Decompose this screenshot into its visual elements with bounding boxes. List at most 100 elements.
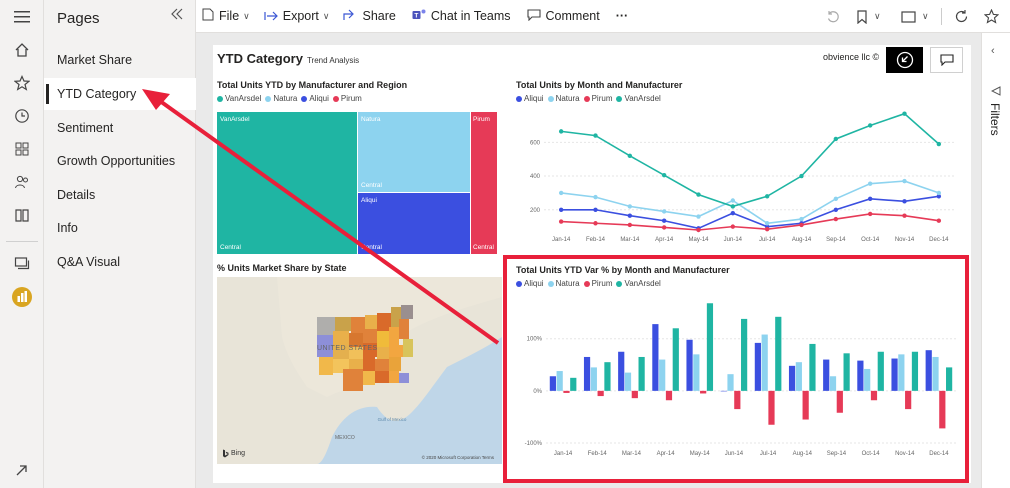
- export-menu[interactable]: Export ∨: [264, 9, 329, 24]
- page-item-sentiment[interactable]: Sentiment: [44, 112, 196, 144]
- bar-aliqui[interactable]: [618, 351, 625, 391]
- bar-pirum[interactable]: [939, 390, 946, 429]
- star-icon[interactable]: [0, 68, 44, 98]
- bar-vanarsdel[interactable]: [775, 316, 782, 391]
- bar-vanarsdel[interactable]: [946, 367, 953, 391]
- treemap-tile-pirum[interactable]: Pirum Central: [471, 112, 497, 254]
- data-point[interactable]: [696, 192, 701, 197]
- data-point[interactable]: [902, 199, 907, 204]
- bar-pirum[interactable]: [597, 390, 604, 397]
- bar-natura[interactable]: [898, 354, 905, 391]
- bar-natura[interactable]: [727, 374, 734, 391]
- bar-pirum[interactable]: [768, 390, 775, 425]
- bar-vanarsdel[interactable]: [672, 328, 679, 391]
- data-point[interactable]: [730, 224, 736, 229]
- page-item-qa-visual[interactable]: Q&A Visual: [44, 246, 196, 278]
- data-point[interactable]: [661, 225, 667, 230]
- bar-aliqui[interactable]: [652, 324, 659, 391]
- treemap-tile-vanarsdel[interactable]: VanArsdel Central: [217, 112, 357, 254]
- bar-aliqui[interactable]: [857, 360, 864, 391]
- series-line-natura[interactable]: [561, 180, 940, 225]
- bar-aliqui[interactable]: [891, 358, 898, 391]
- file-menu[interactable]: File ∨: [202, 8, 250, 24]
- data-point[interactable]: [558, 129, 564, 134]
- bar-natura[interactable]: [556, 371, 563, 391]
- data-point[interactable]: [902, 111, 907, 116]
- shared-people-icon[interactable]: [0, 167, 44, 197]
- data-point[interactable]: [730, 204, 736, 209]
- bar-pirum[interactable]: [734, 390, 741, 410]
- bar-chart-visual[interactable]: Total Units YTD Var % by Month and Manuf…: [516, 265, 964, 477]
- data-point[interactable]: [867, 181, 873, 186]
- data-point[interactable]: [867, 196, 873, 202]
- bar-pirum[interactable]: [665, 390, 673, 401]
- bar-natura[interactable]: [761, 334, 768, 391]
- bar-pirum[interactable]: [836, 390, 843, 413]
- data-point[interactable]: [833, 196, 839, 202]
- line-chart-plot[interactable]: 200 400 600 Jan-14 Feb-14 Mar-14 Apr-14 May-14 J…: [516, 108, 964, 254]
- data-point[interactable]: [661, 209, 667, 214]
- treemap-tile-natura[interactable]: Natura Central: [358, 112, 470, 192]
- filters-pane[interactable]: ‹ Filters: [981, 33, 1010, 488]
- bar-natura[interactable]: [932, 356, 939, 391]
- workspaces-icon[interactable]: [0, 248, 44, 278]
- bar-vanarsdel[interactable]: [604, 362, 611, 391]
- data-point[interactable]: [558, 207, 564, 212]
- page-item-market-share[interactable]: Market Share: [44, 44, 196, 76]
- data-point[interactable]: [833, 207, 839, 212]
- data-point[interactable]: [730, 198, 736, 203]
- data-point[interactable]: [558, 190, 564, 196]
- bar-chart-plot[interactable]: -100% 0% 100% Jan-14 Feb-14 Mar-14 Apr-14 May-1…: [516, 293, 964, 477]
- refresh-icon[interactable]: [954, 0, 969, 33]
- bar-natura[interactable]: [590, 367, 597, 391]
- page-item-growth-opportunities[interactable]: Growth Opportunities: [44, 145, 196, 177]
- data-point[interactable]: [627, 153, 633, 159]
- reset-icon[interactable]: [826, 0, 840, 33]
- series-line-vanarsdel[interactable]: [561, 112, 940, 208]
- map-area[interactable]: UNITED STATES MEXICO Gulf of Mexico Bing…: [217, 277, 502, 464]
- data-point[interactable]: [730, 210, 736, 216]
- page-item-ytd-category[interactable]: YTD Category: [44, 78, 196, 110]
- bar-vanarsdel[interactable]: [877, 351, 884, 391]
- bar-pirum[interactable]: [870, 390, 878, 401]
- bar-pirum[interactable]: [802, 390, 809, 420]
- data-point[interactable]: [627, 222, 633, 228]
- favorite-star-icon[interactable]: [984, 0, 999, 33]
- chat-in-teams-button[interactable]: T Chat in Teams: [412, 8, 511, 24]
- clock-icon[interactable]: [0, 101, 44, 131]
- bar-natura[interactable]: [624, 372, 632, 391]
- data-point[interactable]: [833, 136, 839, 142]
- bar-natura[interactable]: [864, 368, 871, 391]
- data-point[interactable]: [902, 178, 907, 184]
- bar-vanarsdel[interactable]: [809, 343, 816, 391]
- data-point[interactable]: [902, 213, 907, 218]
- bar-aliqui[interactable]: [788, 365, 796, 391]
- line-chart-visual[interactable]: Total Units by Month and Manufacturer Al…: [516, 80, 964, 254]
- learn-book-icon[interactable]: [0, 200, 44, 230]
- comment-button[interactable]: Comment: [526, 8, 600, 24]
- bar-aliqui[interactable]: [754, 342, 761, 391]
- data-point[interactable]: [833, 216, 839, 222]
- bar-natura[interactable]: [829, 376, 837, 391]
- bar-pirum[interactable]: [905, 390, 912, 410]
- page-item-details[interactable]: Details: [44, 179, 196, 211]
- bar-pirum[interactable]: [563, 390, 570, 393]
- data-point[interactable]: [593, 207, 598, 212]
- expand-icon[interactable]: [0, 455, 44, 485]
- powerbi-workspace-icon[interactable]: [0, 282, 44, 312]
- hamburger-icon[interactable]: [0, 2, 44, 32]
- comment-visual-button[interactable]: [930, 47, 963, 73]
- data-point[interactable]: [764, 194, 770, 199]
- map-visual[interactable]: % Units Market Share by State UNITED STA…: [217, 263, 502, 478]
- bar-vanarsdel[interactable]: [911, 351, 919, 391]
- collapse-pane-icon[interactable]: [169, 6, 185, 27]
- bar-aliqui[interactable]: [720, 390, 727, 392]
- chevron-left-icon[interactable]: ‹: [991, 45, 995, 57]
- bar-pirum[interactable]: [631, 390, 638, 399]
- treemap-visual[interactable]: Total Units YTD by Manufacturer and Regi…: [217, 80, 497, 254]
- data-point[interactable]: [799, 222, 804, 228]
- data-point[interactable]: [627, 213, 633, 218]
- share-button[interactable]: Share: [343, 9, 396, 24]
- data-point[interactable]: [764, 226, 770, 232]
- bookmark-icon[interactable]: ∨: [856, 0, 881, 33]
